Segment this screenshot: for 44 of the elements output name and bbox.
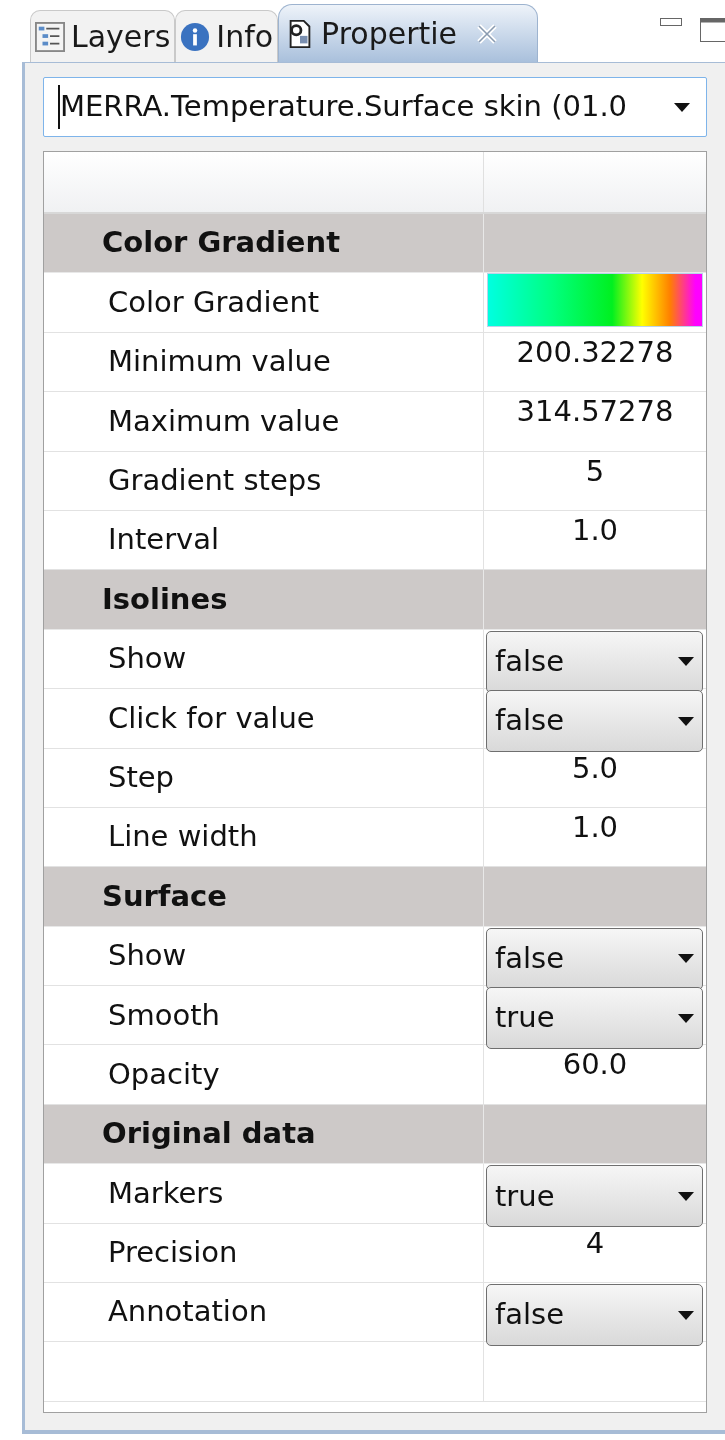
- property-name: Step: [108, 758, 175, 796]
- property-value[interactable]: 60.0: [562, 1047, 628, 1082]
- tab-label: Layers: [71, 18, 171, 56]
- property-value[interactable]: 5: [585, 453, 605, 488]
- property-value[interactable]: 4: [585, 1225, 605, 1260]
- property-name: Annotation: [108, 1293, 268, 1331]
- view-tab[interactable]: Propertie: [278, 4, 539, 62]
- category-label: Original data: [102, 1115, 316, 1153]
- property-name: Click for value: [108, 699, 315, 737]
- property-value[interactable]: 5.0: [571, 750, 619, 785]
- property-name: Markers: [108, 1174, 224, 1212]
- property-name: Minimum value: [108, 343, 331, 381]
- property-value[interactable]: 1.0: [571, 512, 619, 547]
- category-label: Surface: [102, 877, 227, 915]
- value-dropdown[interactable]: false: [486, 690, 703, 753]
- category-row[interactable]: Color Gradient: [44, 214, 706, 274]
- property-name: Show: [108, 640, 187, 678]
- value-dropdown[interactable]: true: [486, 1165, 703, 1228]
- property-name: Interval: [108, 521, 220, 559]
- property-name: Precision: [108, 1234, 238, 1272]
- property-name: Maximum value: [108, 402, 340, 440]
- property-name: Show: [108, 937, 187, 975]
- property-name: Gradient steps: [108, 462, 322, 499]
- property-name: Smooth: [108, 996, 220, 1034]
- category-label: Isolines: [102, 580, 228, 618]
- category-row[interactable]: Surface: [44, 867, 706, 927]
- layer-dropdown[interactable]: MERRA.Temperature.Surface skin (01.0: [43, 77, 707, 137]
- property-name: Color Gradient: [108, 283, 320, 321]
- category-label: Color Gradient: [102, 224, 341, 262]
- category-row[interactable]: Original data: [44, 1104, 706, 1165]
- value-dropdown[interactable]: false: [486, 630, 703, 693]
- view-tab[interactable]: Info: [175, 10, 279, 62]
- value-dropdown[interactable]: false: [486, 927, 703, 990]
- value-dropdown[interactable]: false: [486, 1284, 703, 1347]
- property-value[interactable]: 1.0: [571, 809, 619, 844]
- tab-label: Propertie: [321, 15, 458, 53]
- property-name: Opacity: [108, 1055, 220, 1093]
- category-row[interactable]: Isolines: [44, 570, 706, 630]
- property-value[interactable]: 200.32278: [516, 334, 674, 369]
- tab-label: Info: [216, 18, 274, 56]
- property-name: Line width: [108, 818, 258, 856]
- view-tab[interactable]: Layers: [30, 10, 176, 62]
- value-dropdown[interactable]: true: [486, 987, 703, 1050]
- property-value[interactable]: 314.57278: [516, 394, 674, 429]
